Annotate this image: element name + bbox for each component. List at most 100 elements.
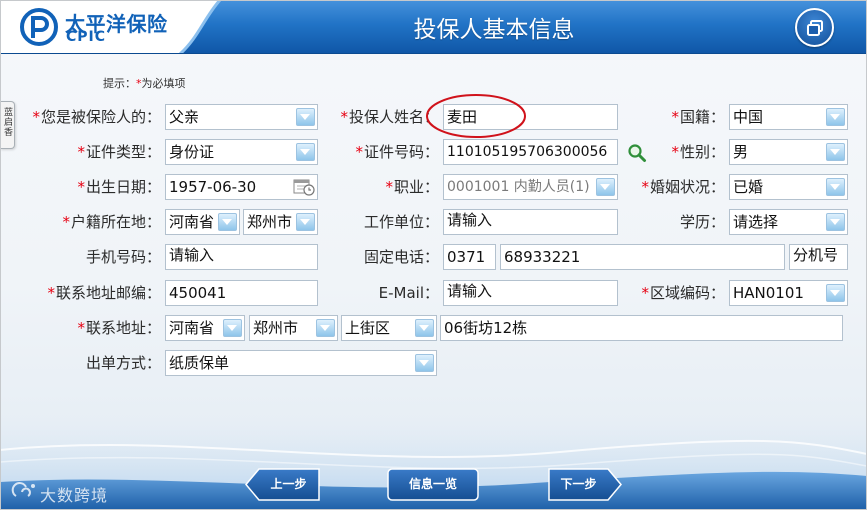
chevron-down-icon[interactable]: [826, 284, 845, 302]
window-restore-button[interactable]: [795, 8, 834, 47]
required-mark: *: [641, 178, 649, 196]
calendar-icon[interactable]: [293, 178, 315, 196]
chevron-down-icon[interactable]: [415, 319, 434, 337]
landline-extension-input[interactable]: 分机号: [789, 244, 848, 270]
relation-label: *您是被保险人的：: [0, 104, 161, 130]
birth-date-label: *出生日期：: [0, 174, 161, 200]
required-mark: *: [77, 319, 85, 337]
required-mark: *: [385, 178, 393, 196]
next-step-button[interactable]: 下一步: [548, 468, 622, 501]
applicant-name-label-text: 投保人姓名：: [348, 108, 439, 126]
postcode-label: *联系地址邮编：: [0, 280, 161, 306]
household-city-select[interactable]: 郑州市: [243, 209, 318, 235]
chevron-down-icon[interactable]: [826, 108, 845, 126]
id-number-input[interactable]: 110105195706300056: [443, 139, 618, 165]
occupation-select[interactable]: 0001001 内勤人员(1): [443, 174, 618, 200]
logo-name-en: CPIC: [66, 29, 107, 45]
chevron-down-icon[interactable]: [826, 213, 845, 231]
required-hint: 提示：*为必填项: [103, 75, 186, 91]
education-label-text: 学历：: [679, 213, 725, 231]
overview-label: 信息一览: [408, 477, 457, 491]
cpic-logo-icon: [20, 8, 58, 46]
prev-step-label: 上一步: [270, 477, 307, 491]
id-number-label-text: 证件号码：: [363, 143, 439, 161]
employer-placeholder: 请输入: [447, 211, 493, 229]
marital-status-value: 已婚: [733, 178, 764, 196]
delivery-method-select[interactable]: 纸质保单: [165, 350, 437, 376]
landline-label-text: 固定电话：: [363, 248, 439, 266]
region-code-select[interactable]: HAN0101: [729, 280, 848, 306]
chevron-down-icon[interactable]: [223, 319, 242, 337]
id-type-value: 身份证: [169, 143, 215, 161]
education-select[interactable]: 请选择: [729, 209, 848, 235]
gender-value: 男: [733, 143, 749, 161]
postcode-input[interactable]: 450041: [165, 280, 318, 306]
household-province-value: 河南省: [169, 213, 215, 231]
landline-area-code-input[interactable]: 0371: [443, 244, 496, 270]
chevron-down-icon[interactable]: [296, 213, 315, 231]
address-street-input[interactable]: 06街坊12栋: [440, 315, 843, 341]
id-number-label: *证件号码：: [320, 139, 439, 165]
email-input[interactable]: 请输入: [443, 280, 618, 306]
landline-number-input[interactable]: 68933221: [500, 244, 785, 270]
address-province-select[interactable]: 河南省: [165, 315, 245, 341]
occupation-value: 0001001 内勤人员(1): [447, 179, 590, 195]
chevron-down-icon[interactable]: [296, 143, 315, 161]
employer-label-text: 工作单位：: [363, 213, 439, 231]
required-mark: *: [62, 213, 70, 231]
prev-step-button[interactable]: 上一步: [245, 468, 320, 501]
required-mark: *: [47, 284, 55, 302]
chevron-down-icon[interactable]: [296, 108, 315, 126]
id-number-value: 110105195706300056: [447, 144, 608, 160]
applicant-name-value: 麦田: [447, 108, 478, 126]
region-code-label: *区域编码：: [620, 280, 725, 306]
chevron-down-icon[interactable]: [415, 354, 434, 372]
required-mark: *: [340, 108, 348, 126]
landline-number-value: 68933221: [504, 248, 581, 266]
education-value: 请选择: [733, 213, 779, 231]
marital-status-select[interactable]: 已婚: [729, 174, 848, 200]
chevron-down-icon[interactable]: [826, 178, 845, 196]
mobile-input[interactable]: 请输入: [165, 244, 318, 270]
mobile-label: 手机号码：: [0, 244, 161, 270]
delivery-method-value: 纸质保单: [169, 354, 230, 372]
address-city-select[interactable]: 郑州市: [249, 315, 338, 341]
landline-area-code-value: 0371: [447, 248, 486, 266]
id-type-label-text: 证件类型：: [85, 143, 161, 161]
applicant-name-input[interactable]: 麦田: [443, 104, 618, 130]
relation-select[interactable]: 父亲: [165, 104, 318, 130]
marital-status-label: *婚姻状况：: [620, 174, 725, 200]
landline-extension-placeholder: 分机号: [793, 246, 839, 264]
chevron-down-icon[interactable]: [596, 178, 615, 196]
employer-input[interactable]: 请输入: [443, 209, 618, 235]
relation-value: 父亲: [169, 108, 200, 126]
required-mark: *: [641, 284, 649, 302]
app-window: 太平洋保险 CPIC 投保人基本信息 蓝启香 提示：*为必填项 *您是被保险人的…: [0, 0, 867, 510]
education-label: 学历：: [620, 209, 725, 235]
page-title: 投保人基本信息: [413, 17, 575, 43]
address-city-value: 郑州市: [253, 319, 299, 337]
chevron-down-icon[interactable]: [316, 319, 335, 337]
birth-date-input[interactable]: 1957-06-30: [165, 174, 318, 200]
address-district-select[interactable]: 上街区: [341, 315, 437, 341]
gender-select[interactable]: 男: [729, 139, 848, 165]
watermark-logo-icon: [11, 482, 35, 497]
postcode-value: 450041: [169, 284, 227, 302]
address-label: *联系地址：: [0, 315, 161, 341]
email-placeholder: 请输入: [447, 282, 493, 300]
chevron-down-icon[interactable]: [826, 143, 845, 161]
overview-button[interactable]: 信息一览: [387, 468, 479, 501]
mobile-label-text: 手机号码：: [85, 248, 161, 266]
id-type-label: *证件类型：: [0, 139, 161, 165]
next-step-label: 下一步: [560, 477, 597, 491]
id-type-select[interactable]: 身份证: [165, 139, 318, 165]
delivery-method-label: 出单方式：: [0, 350, 161, 376]
gender-label-text: 性别：: [679, 143, 725, 161]
nationality-select[interactable]: 中国: [729, 104, 848, 130]
household-province-select[interactable]: 河南省: [165, 209, 240, 235]
employer-label: 工作单位：: [320, 209, 439, 235]
delivery-method-label-text: 出单方式：: [85, 354, 161, 372]
region-code-label-text: 区域编码：: [649, 284, 725, 302]
required-mark: *: [77, 178, 85, 196]
chevron-down-icon[interactable]: [218, 213, 237, 231]
